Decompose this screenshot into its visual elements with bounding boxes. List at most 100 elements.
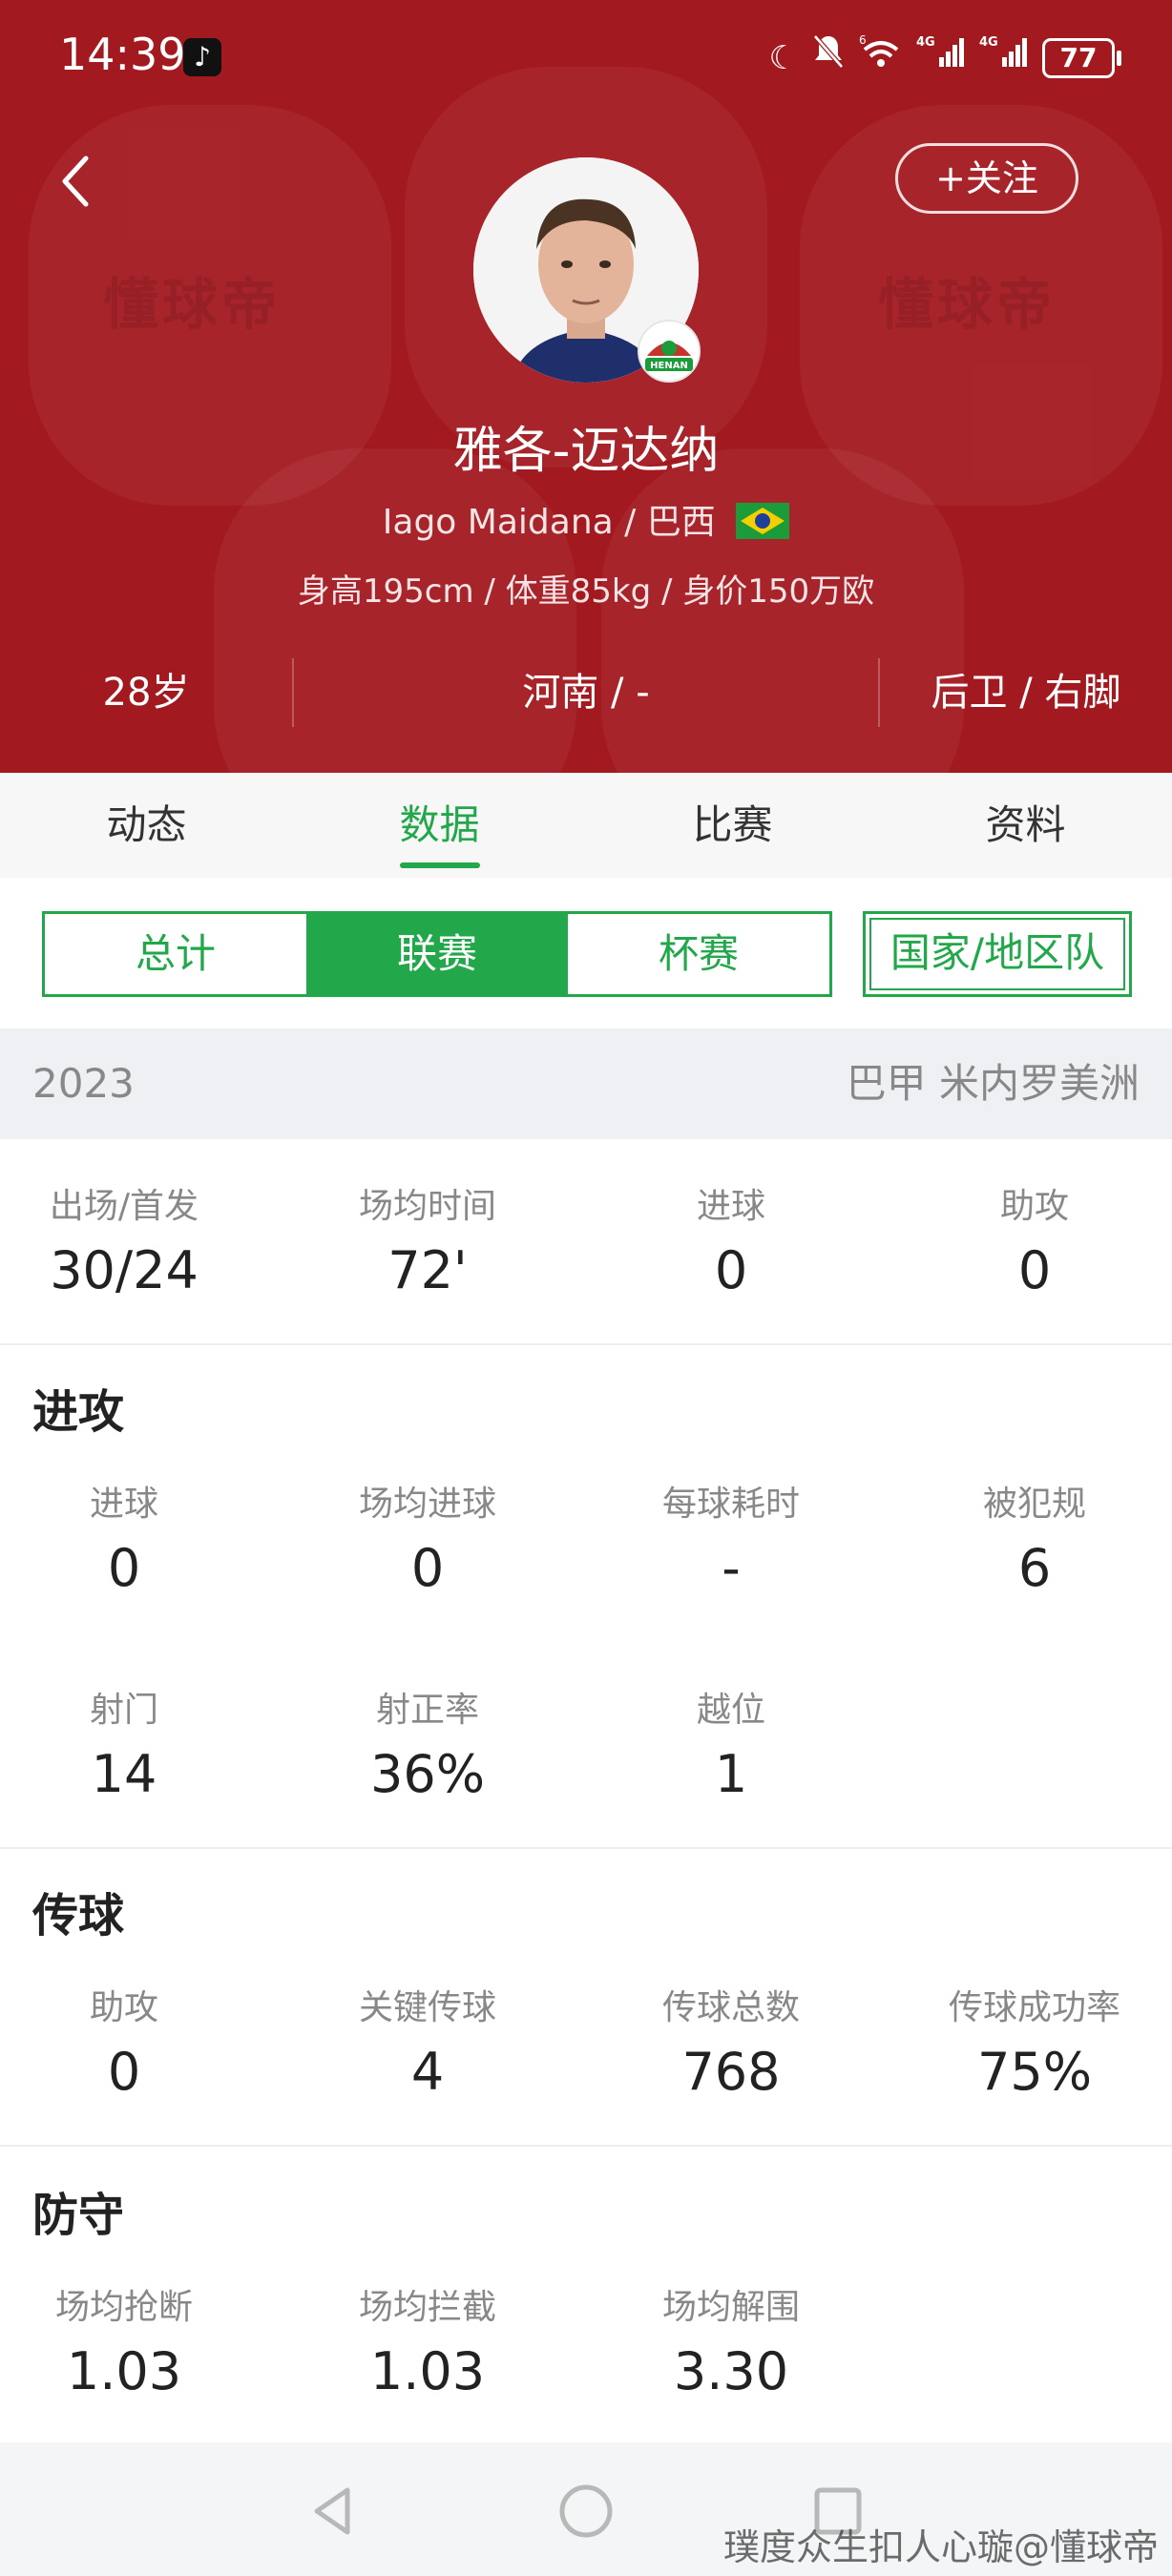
stat-shot-accuracy: 射正率 36% [284,1685,571,1813]
network-label: 4G [979,35,998,50]
stat-goals: 进球 0 [588,1181,874,1309]
player-info-row: 28岁 河南 / - 后卫 / 右脚 [0,658,1172,727]
signal-icon: 4G [916,32,966,84]
moon-icon: ☾ [768,39,798,77]
header-watermark: 懂球帝 [878,272,1057,337]
stat-value: 1.03 [66,2341,182,2401]
signal-icon: 4G [979,32,1029,84]
stat-label: 进球 [696,1187,765,1226]
stat-interceptions-per-game: 场均拦截 1.03 [284,2282,571,2410]
section-title-passing: 传球 [32,1889,125,1942]
stat-clearances-per-game: 场均解围 3.30 [588,2282,874,2410]
footer-watermark: 璞度众生扣人心璇@懂球帝 [722,2526,1159,2568]
tab-data-label: 数据 [399,801,480,848]
season-selector[interactable]: 2023 巴甲 米内罗美洲 [0,1028,1172,1139]
wifi-icon: 6 [859,32,903,84]
season-league: 巴甲 米内罗美洲 [846,1060,1140,1107]
stat-value: 4 [410,2042,445,2102]
stat-key-passes: 关键传球 4 [284,1983,571,2110]
follow-button[interactable]: +关注 [895,143,1078,214]
status-icons: ☾ 6 4G 4G 77 [768,32,1121,84]
tab-profile[interactable]: 资料 [879,773,1172,878]
chevron-left-icon [62,156,89,207]
competition-segmented-control: 总计 联赛 杯赛 [42,911,832,997]
tab-matches[interactable]: 比赛 [586,773,879,878]
tab-active-indicator [400,862,480,868]
stat-value: 0 [714,1240,748,1300]
stat-value: 0 [410,1538,445,1598]
tab-data[interactable]: 数据 [293,773,586,878]
player-club: 河南 / - [522,671,650,715]
stat-fouled: 被犯规 6 [891,1479,1172,1607]
tiktok-icon: ♪ [183,38,221,76]
player-nationality: 巴西 [646,503,716,542]
stat-pass-assists: 助攻 0 [0,1983,267,2110]
stat-value: - [722,1538,741,1598]
player-header: 懂球帝 懂球帝 14:39 ♪ ☾ 6 4G 4G 77 +关注 HENAN 雅… [0,0,1172,773]
status-bar: 14:39 ♪ ☾ 6 4G 4G 77 [0,0,1172,114]
stat-label: 助攻 [999,1187,1069,1226]
brazil-flag-icon [736,503,790,539]
section-title-attack: 进攻 [32,1385,125,1439]
stat-goals-per-game: 场均进球 0 [284,1479,571,1607]
section-divider [0,1847,1172,1849]
stat-value: 72' [387,1240,468,1300]
stat-label: 场均时间 [358,1187,496,1226]
stat-label: 传球总数 [661,1988,800,2027]
stat-label: 传球成功率 [948,1988,1120,2027]
stat-attack-goals: 进球 0 [0,1479,267,1607]
national-team-button[interactable]: 国家/地区队 [863,911,1132,997]
season-year: 2023 [32,1060,135,1107]
stat-label: 每球耗时 [661,1485,800,1524]
stat-label: 出场/首发 [49,1187,199,1226]
header-watermark: 懂球帝 [103,272,282,337]
stat-shots: 射门 14 [0,1685,267,1813]
stat-value: 0 [107,2042,141,2102]
section-divider [0,2145,1172,2147]
player-physical: 身高195cm / 体重85kg / 身价150万欧 [297,572,875,611]
battery-indicator: 77 [1042,38,1121,78]
national-team-button-inner-border [869,918,1125,990]
stat-value: 1.03 [369,2341,486,2401]
stat-label: 场均抢断 [54,2288,193,2327]
nav-back-button[interactable] [303,2481,365,2542]
stat-tackles-per-game: 场均抢断 1.03 [0,2282,267,2410]
stat-value: 6 [1017,1538,1052,1598]
stat-value: 75% [976,2042,1093,2102]
stat-value: 768 [681,2042,781,2102]
stat-value: 14 [91,1744,157,1804]
stat-label: 被犯规 [982,1485,1086,1524]
segment-league[interactable]: 联赛 [306,914,568,994]
stat-value: 0 [107,1538,141,1598]
stat-appearances: 出场/首发 30/24 [0,1181,267,1309]
status-time: 14:39 [59,29,186,80]
stat-label: 射正率 [375,1691,479,1730]
stat-minutes-per-goal: 每球耗时 - [588,1479,874,1607]
stat-offsides: 越位 1 [588,1685,874,1813]
segment-cup[interactable]: 杯赛 [568,914,829,994]
stat-label: 越位 [696,1691,765,1730]
triangle-back-icon [314,2487,350,2535]
stat-pass-success-rate: 传球成功率 75% [891,1983,1172,2110]
player-name: 雅各-迈达纳 [452,423,720,480]
nav-home-button[interactable] [555,2481,617,2542]
stat-label: 进球 [89,1485,158,1524]
stat-value: 0 [1017,1240,1052,1300]
bell-muted-icon [811,32,846,84]
stat-value: 36% [369,1744,486,1804]
club-badge-icon: HENAN [638,320,701,383]
player-latin-name: Iago Maidana [382,503,614,542]
tab-bar: 动态 数据 比赛 资料 [0,773,1172,878]
slash-separator: / [624,503,647,542]
circle-home-icon [559,2484,613,2538]
player-position: 后卫 / 右脚 [931,671,1121,715]
player-age: 28岁 [102,671,190,715]
wifi-badge: 6 [859,33,867,47]
segment-total[interactable]: 总计 [45,914,306,994]
stat-value: 30/24 [50,1240,199,1300]
stat-label: 场均拦截 [358,2288,496,2327]
section-divider [0,1343,1172,1345]
tab-news[interactable]: 动态 [0,773,293,878]
system-navigation-bar: 璞度众生扣人心璇@懂球帝 [0,2442,1172,2576]
back-button[interactable] [57,153,95,210]
